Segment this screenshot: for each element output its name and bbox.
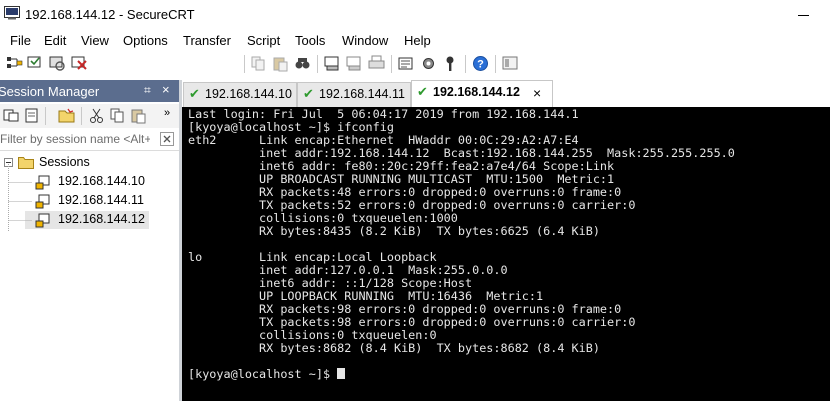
title-bar: 192.168.144.12 - SecureCRT <box>0 0 830 30</box>
terminal-line: RX bytes:8682 (8.4 KiB) TX bytes:8682 (8… <box>259 341 600 355</box>
terminal-line: UP LOOPBACK RUNNING MTU:16436 Metric:1 <box>259 289 544 303</box>
menu-options[interactable]: Options <box>123 33 168 48</box>
tab-label: 192.168.144.10 <box>205 87 292 101</box>
help-icon[interactable]: ? <box>472 55 489 72</box>
new-session-icon[interactable] <box>24 107 41 124</box>
window-title: 192.168.144.12 - SecureCRT <box>25 7 195 22</box>
toolbar-separator <box>81 107 82 125</box>
terminal-line: inet6 addr: ::1/128 Scope:Host <box>259 276 473 290</box>
session-tree: Sessions 192.168.144.10 192.168.144.11 1… <box>0 151 179 401</box>
menu-view[interactable]: View <box>81 33 109 48</box>
session-manager-title: Session Manager <box>0 84 100 99</box>
menu-file[interactable]: File <box>10 33 31 48</box>
terminal-line: collisions:0 txqueuelen:0 <box>259 328 437 342</box>
terminal-text: Last login: Fri Jul 5 06:04:17 2019 from… <box>188 107 735 355</box>
terminal-line: inet addr:127.0.0.1 Mask:255.0.0.0 <box>259 263 508 277</box>
toolbar-separator <box>317 55 318 73</box>
tab-session-12[interactable]: ✔ 192.168.144.12 × <box>411 80 553 108</box>
tab-session-11[interactable]: ✔ 192.168.144.11 <box>297 82 411 107</box>
session-item-label: 192.168.144.10 <box>58 174 145 188</box>
terminal-line: collisions:0 txqueuelen:1000 <box>259 211 458 225</box>
session-item-selected[interactable]: 192.168.144.12 <box>25 211 149 229</box>
toolbar-separator <box>391 55 392 73</box>
terminal-line: [kyoya@localhost ~]$ ifconfig <box>188 120 394 134</box>
session-manager-toolbar: » <box>0 104 179 128</box>
session-filter <box>0 130 179 151</box>
close-icon[interactable]: × <box>162 82 170 97</box>
clear-filter-icon[interactable] <box>160 132 174 146</box>
print-icon[interactable] <box>368 55 385 72</box>
terminal-line: eth2 Link encap:Ethernet HWaddr 00:0C:29… <box>188 133 579 147</box>
securecrt-app-icon <box>4 6 20 20</box>
terminal-line: TX packets:98 errors:0 dropped:0 overrun… <box>259 315 636 329</box>
tree-connector-lines <box>8 164 33 232</box>
terminal-line: Last login: Fri Jul 5 06:04:17 2019 from… <box>188 107 579 121</box>
overflow-chevron-icon[interactable]: » <box>164 107 170 119</box>
menu-transfer[interactable]: Transfer <box>183 33 231 48</box>
tab-label: 192.168.144.11 <box>319 87 405 101</box>
toolbar: ? <box>0 52 830 124</box>
connect-icon[interactable] <box>6 55 23 72</box>
svg-text:?: ? <box>477 59 484 71</box>
menu-script[interactable]: Script <box>247 33 280 48</box>
global-options-icon[interactable] <box>420 55 437 72</box>
connect-session-icon[interactable] <box>3 107 20 124</box>
menu-help[interactable]: Help <box>404 33 431 48</box>
terminal-line: RX packets:98 errors:0 dropped:0 overrun… <box>259 302 622 316</box>
paste-icon[interactable] <box>272 55 289 72</box>
toolbar-separator <box>45 107 46 125</box>
find-icon[interactable] <box>294 55 311 72</box>
session-options-icon[interactable] <box>398 55 415 72</box>
connected-check-icon: ✔ <box>417 84 428 99</box>
session-filter-input[interactable] <box>0 130 150 148</box>
session-manager-header: Session Manager ⌗ × <box>0 80 179 102</box>
tree-root-label: Sessions <box>39 155 90 169</box>
session-item[interactable]: 192.168.144.11 <box>25 192 179 210</box>
terminal-line: lo Link encap:Local Loopback <box>188 250 437 264</box>
disconnect-icon[interactable] <box>71 55 88 72</box>
print-selection-icon[interactable] <box>346 55 363 72</box>
terminal-line: RX bytes:8435 (8.2 KiB) TX bytes:6625 (6… <box>259 224 600 238</box>
reconnect-icon[interactable] <box>49 55 66 72</box>
connected-check-icon: ✔ <box>189 86 200 101</box>
new-folder-icon[interactable] <box>58 107 75 124</box>
pin-icon[interactable]: ⌗ <box>144 83 151 98</box>
minimize-button[interactable] <box>790 3 820 27</box>
toolbar-separator <box>244 55 245 73</box>
paste-session-icon[interactable] <box>130 107 147 124</box>
terminal-cursor <box>337 368 346 379</box>
terminal-prompt: [kyoya@localhost ~]$ <box>188 367 338 381</box>
menu-edit[interactable]: Edit <box>44 33 66 48</box>
connected-check-icon: ✔ <box>303 86 314 101</box>
menu-bar: File Edit View Options Transfer Script T… <box>0 31 830 51</box>
menu-window[interactable]: Window <box>342 33 388 48</box>
menu-tools[interactable]: Tools <box>295 33 325 48</box>
quick-connect-icon[interactable] <box>27 55 44 72</box>
toolbar-separator <box>495 55 496 73</box>
terminal-line: RX packets:48 errors:0 dropped:0 overrun… <box>259 185 622 199</box>
session-manager-toggle-icon[interactable] <box>502 55 519 72</box>
terminal-view[interactable]: Last login: Fri Jul 5 06:04:17 2019 from… <box>182 107 830 401</box>
cut-icon[interactable] <box>88 107 105 124</box>
tab-close-icon[interactable]: × <box>533 85 541 101</box>
keymap-icon[interactable] <box>442 55 459 72</box>
print-screen-icon[interactable] <box>324 55 341 72</box>
session-item[interactable]: 192.168.144.10 <box>25 173 179 191</box>
copy-session-icon[interactable] <box>109 107 126 124</box>
terminal-line: inet addr:192.168.144.12 Bcast:192.168.1… <box>259 146 735 160</box>
terminal-line: TX packets:52 errors:0 dropped:0 overrun… <box>259 198 636 212</box>
tab-session-10[interactable]: ✔ 192.168.144.10 <box>183 82 297 107</box>
terminal-line: UP BROADCAST RUNNING MULTICAST MTU:1500 … <box>259 172 615 186</box>
tab-label: 192.168.144.12 <box>433 85 520 99</box>
copy-icon[interactable] <box>250 55 267 72</box>
session-item-label: 192.168.144.12 <box>58 212 145 226</box>
session-item-label: 192.168.144.11 <box>58 193 144 207</box>
terminal-output: Last login: Fri Jul 5 06:04:17 2019 from… <box>188 108 735 381</box>
terminal-line: inet6 addr: fe80::20c:29ff:fea2:a7e4/64 … <box>259 159 615 173</box>
toolbar-separator <box>465 55 466 73</box>
